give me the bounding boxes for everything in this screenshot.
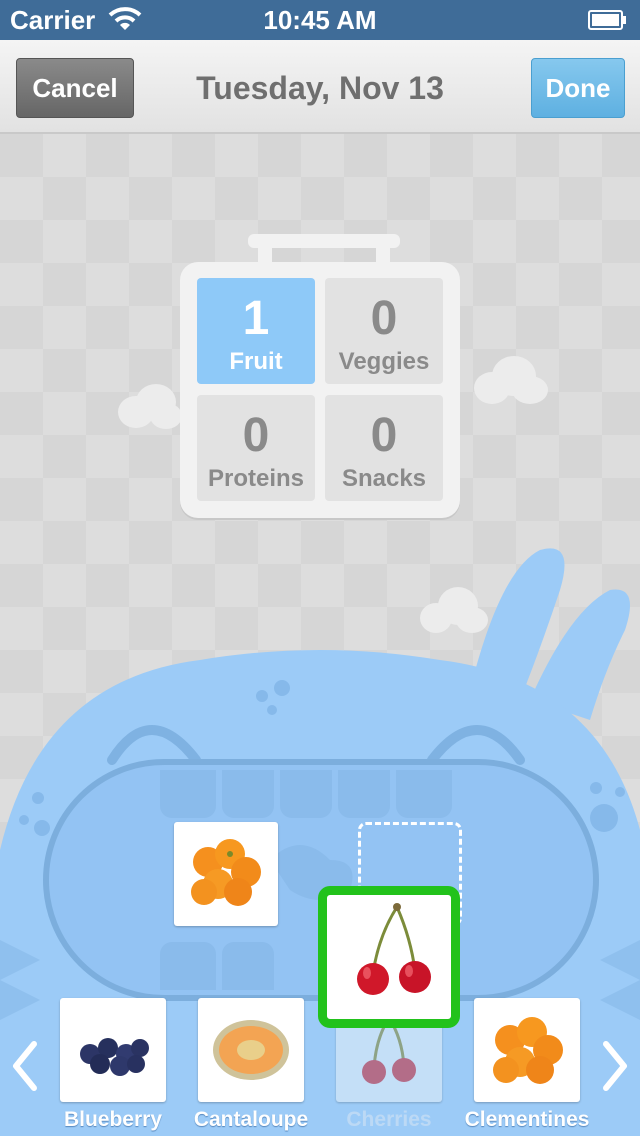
food-item-blueberry[interactable] — [60, 998, 166, 1102]
nav-bar: Cancel Tuesday, Nov 13 Done — [0, 40, 640, 134]
food-label-clementines: Clementines — [464, 1108, 590, 1131]
battery-icon — [588, 10, 626, 30]
dragged-cherries-tile[interactable] — [318, 886, 460, 1028]
food-item-clementines[interactable] — [474, 998, 580, 1102]
food-item-cantaloupe[interactable] — [198, 998, 304, 1102]
food-label-blueberry: Blueberry — [63, 1108, 163, 1131]
food-label-cherries: Cherries — [346, 1108, 432, 1131]
snacks-count: 0 — [370, 409, 398, 462]
status-bar: Carrier 10:45 AM — [0, 0, 640, 40]
veggies-label: Veggies — [338, 348, 430, 375]
proteins-count: 0 — [242, 409, 270, 462]
fruit-count: 1 — [242, 292, 270, 345]
done-button[interactable]: Done — [531, 58, 625, 118]
blueberry-icon — [80, 1038, 149, 1076]
cantaloupe-icon — [213, 1020, 289, 1080]
food-label-cantaloupe: Cantaloupe — [193, 1108, 309, 1131]
proteins-label: Proteins — [207, 465, 305, 492]
cloud-icon — [474, 356, 548, 404]
clementines-icon — [191, 839, 261, 906]
fruit-count-cell[interactable]: 1 Fruit — [197, 278, 315, 384]
chevron-left-icon[interactable] — [8, 1038, 40, 1094]
cherries-icon — [357, 903, 431, 995]
veggies-count: 0 — [370, 292, 398, 345]
fruit-label: Fruit — [229, 348, 283, 375]
clock: 10:45 AM — [263, 5, 377, 35]
cloud-icon — [118, 384, 182, 429]
clementines-icon — [493, 1017, 563, 1084]
lunchbox: 1 Fruit 0 Veggies 0 Proteins 0 Snacks — [180, 262, 460, 518]
chevron-right-icon[interactable] — [600, 1038, 632, 1094]
snacks-label: Snacks — [341, 465, 427, 492]
veggies-count-cell[interactable]: 0 Veggies — [325, 278, 443, 384]
proteins-count-cell[interactable]: 0 Proteins — [197, 395, 315, 501]
clementines-tile[interactable] — [174, 822, 278, 926]
snacks-count-cell[interactable]: 0 Snacks — [325, 395, 443, 501]
